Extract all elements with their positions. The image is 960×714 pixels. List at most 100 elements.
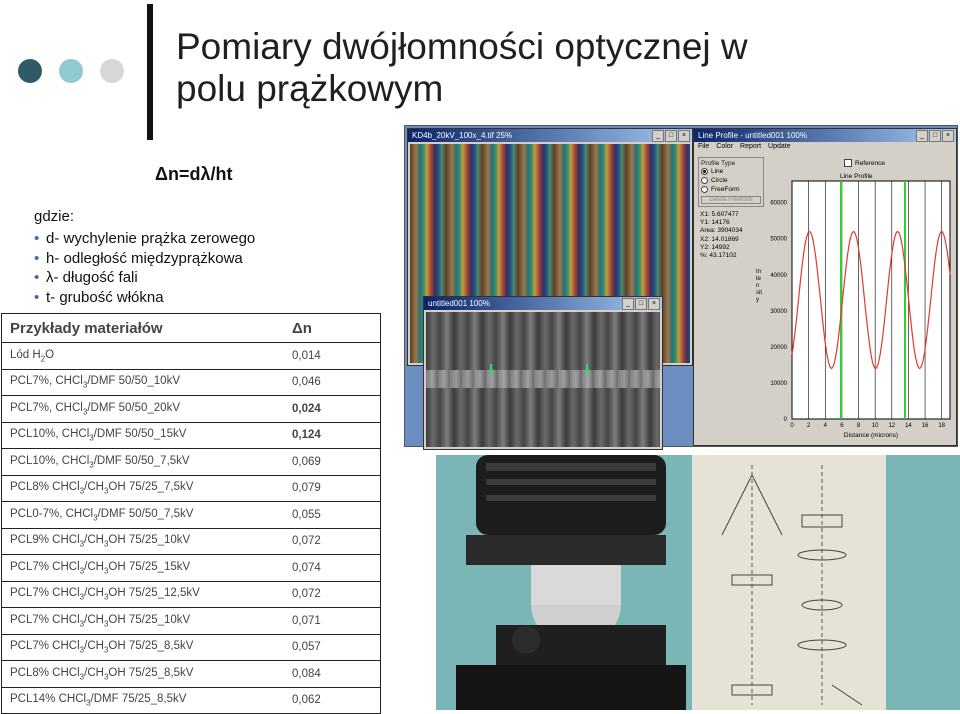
formula: Δn=dλ/ht <box>155 164 233 184</box>
microscope-photo <box>436 455 692 710</box>
y-tick-label: 40000 <box>770 273 787 279</box>
material-cell: PCL7% CHCl3/CH3OH 75/25_12,5kV <box>1 581 286 608</box>
definition-item: • h- odległość międzyprążkowa <box>34 249 243 267</box>
table-row: PCL8% CHCl3/CH3OH 75/25_7,5kV 0,079 <box>1 475 381 502</box>
photo-background <box>886 455 960 710</box>
materials-table: Przykłady materiałów Δn Lód H2O 0,014 PCL7… <box>1 313 381 714</box>
definition-list: • d- wychylenie prążka zerowego • h- odleg… <box>34 229 255 307</box>
x-tick-label: 4 <box>824 423 828 429</box>
definition-item: • d- wychylenie prążka zerowego <box>34 230 256 247</box>
optical-scheme-image <box>692 455 886 710</box>
value-cell: 0,055 <box>286 501 381 529</box>
title-line-2: polu prążkowym <box>176 68 444 109</box>
table-row: Lód H2O 0,014 <box>1 342 381 370</box>
value-cell: 0,057 <box>286 634 381 661</box>
optical-scheme-photo <box>692 455 886 710</box>
header-material: Przykłady materiałów <box>1 313 286 343</box>
gray-window: untitled001 100% _ □ × <box>423 296 663 450</box>
x-tick-label: 14 <box>905 423 912 429</box>
decor-dot-gray <box>100 59 124 83</box>
x-axis-label: Distance (microns) <box>844 432 898 439</box>
table-row: PCL9% CHCl3/CH3OH 75/25_10kV 0,072 <box>1 528 381 555</box>
y-tick-label: 50000 <box>770 237 787 243</box>
y-tick-label: 20000 <box>770 345 787 351</box>
table-row: PCL7% CHCl3/CH3OH 75/25_10kV 0,071 <box>1 607 381 635</box>
profile-marker <box>490 364 492 374</box>
x-tick-label: 12 <box>888 423 895 429</box>
y-tick-label: 60000 <box>770 201 787 207</box>
x-tick-label: 18 <box>938 423 945 429</box>
x-tick-label: 16 <box>922 423 929 429</box>
bullet-icon: • <box>34 249 40 267</box>
fiber-band <box>426 370 660 388</box>
maximize-icon[interactable]: □ <box>635 298 647 310</box>
x-tick-label: 8 <box>857 423 861 429</box>
value-cell: 0,014 <box>286 342 381 370</box>
bullet-icon: • <box>34 269 40 286</box>
table-header-row: Przykłady materiałów Δn <box>1 313 381 343</box>
value-cell: 0,046 <box>286 369 381 396</box>
value-cell: 0,079 <box>286 475 381 502</box>
table-row: PCL7% CHCl3/CH3OH 75/25_8,5kV 0,057 <box>1 634 381 661</box>
table-row: PCL0-7%, CHCl3/DMF 50/50_7,5kV 0,055 <box>1 501 381 529</box>
material-cell: Lód H2O <box>1 342 286 370</box>
title-line-1: Pomiary dwójłomności optycznej w <box>176 26 748 67</box>
x-tick-label: 2 <box>807 423 811 429</box>
material-cell: PCL10%, CHCl3/DMF 50/50_7,5kV <box>1 448 286 476</box>
value-cell: 0,072 <box>286 581 381 608</box>
material-cell: PCL10%, CHCl3/DMF 50/50_15kV <box>1 422 286 449</box>
material-cell: PCL0-7%, CHCl3/DMF 50/50_7,5kV <box>1 501 286 529</box>
decor-dot-light <box>59 59 83 83</box>
value-cell: 0,074 <box>286 554 381 582</box>
profile-marker <box>586 364 588 374</box>
fiber-image <box>426 312 660 447</box>
y-tick-label: 10000 <box>770 381 787 387</box>
slide-title: Pomiary dwójłomności optycznej w polu pr… <box>176 26 748 110</box>
material-cell: PCL7% CHCl3/CH3OH 75/25_15kV <box>1 554 286 582</box>
table-row: PCL10%, CHCl3/DMF 50/50_15kV 0,124 <box>1 422 381 449</box>
value-cell: 0,084 <box>286 660 381 688</box>
value-cell: 0,071 <box>286 607 381 635</box>
value-cell: 0,024 <box>286 395 381 423</box>
fringe-window-title: KD4b_20kV_100x_4.tif 25% _ □ × <box>408 129 692 142</box>
value-cell: 0,069 <box>286 448 381 476</box>
where-label: gdzie: <box>34 208 75 225</box>
material-cell: PCL8% CHCl3/CH3OH 75/25_8,5kV <box>1 660 286 688</box>
minimize-icon[interactable]: _ <box>622 298 634 310</box>
header-value: Δn <box>286 313 381 343</box>
material-cell: PCL7% CHCl3/CH3OH 75/25_10kV <box>1 607 286 635</box>
gray-window-title: untitled001 100% _ □ × <box>424 297 662 310</box>
close-icon[interactable]: × <box>678 130 690 142</box>
x-tick-label: 0 <box>790 423 794 429</box>
software-screenshot: KD4b_20kV_100x_4.tif 25% _ □ × untitled001… <box>404 125 958 450</box>
bullet-icon: • <box>34 230 40 247</box>
table-row: PCL8% CHCl3/CH3OH 75/25_8,5kV 0,084 <box>1 660 381 688</box>
definition-item: • λ- długość fali <box>34 269 138 286</box>
material-cell: PCL7%, CHCl3/DMF 50/50_10kV <box>1 369 286 396</box>
x-tick-label: 6 <box>840 423 844 429</box>
table-row: PCL7%, CHCl3/DMF 50/50_10kV 0,046 <box>1 369 381 396</box>
value-cell: 0,072 <box>286 528 381 555</box>
y-tick-label: 0 <box>784 417 788 423</box>
table-row: PCL7% CHCl3/CH3OH 75/25_12,5kV 0,072 <box>1 581 381 608</box>
material-cell: PCL7%, CHCl3/DMF 50/50_20kV <box>1 395 286 423</box>
table-row: PCL10%, CHCl3/DMF 50/50_7,5kV 0,069 <box>1 448 381 476</box>
definition-item: • t- grubość włókna <box>34 288 164 306</box>
material-cell: PCL8% CHCl3/CH3OH 75/25_7,5kV <box>1 475 286 502</box>
bullet-icon: • <box>34 288 40 306</box>
microscope-image <box>436 455 692 710</box>
line-profile-window: Line Profile - untitled001 100% _ □ × File… <box>693 128 957 446</box>
profile-plot: 60000 50000 40000 30000 20000 10000 0 0 2 4 6 8 10 1… <box>770 180 951 439</box>
y-tick-label: 30000 <box>770 309 787 315</box>
close-icon[interactable]: × <box>648 298 660 310</box>
decor-dot-dark <box>18 59 42 83</box>
value-cell: 0,124 <box>286 422 381 449</box>
table-row: PCL7% CHCl3/CH3OH 75/25_15kV 0,074 <box>1 554 381 582</box>
title-divider <box>147 4 153 140</box>
table-row: PCL7%, CHCl3/DMF 50/50_20kV 0,024 <box>1 395 381 423</box>
maximize-icon[interactable]: □ <box>665 130 677 142</box>
material-cell: PCL9% CHCl3/CH3OH 75/25_10kV <box>1 528 286 555</box>
material-cell: PCL7% CHCl3/CH3OH 75/25_8,5kV <box>1 634 286 661</box>
x-tick-label: 10 <box>872 423 879 429</box>
minimize-icon[interactable]: _ <box>652 130 664 142</box>
